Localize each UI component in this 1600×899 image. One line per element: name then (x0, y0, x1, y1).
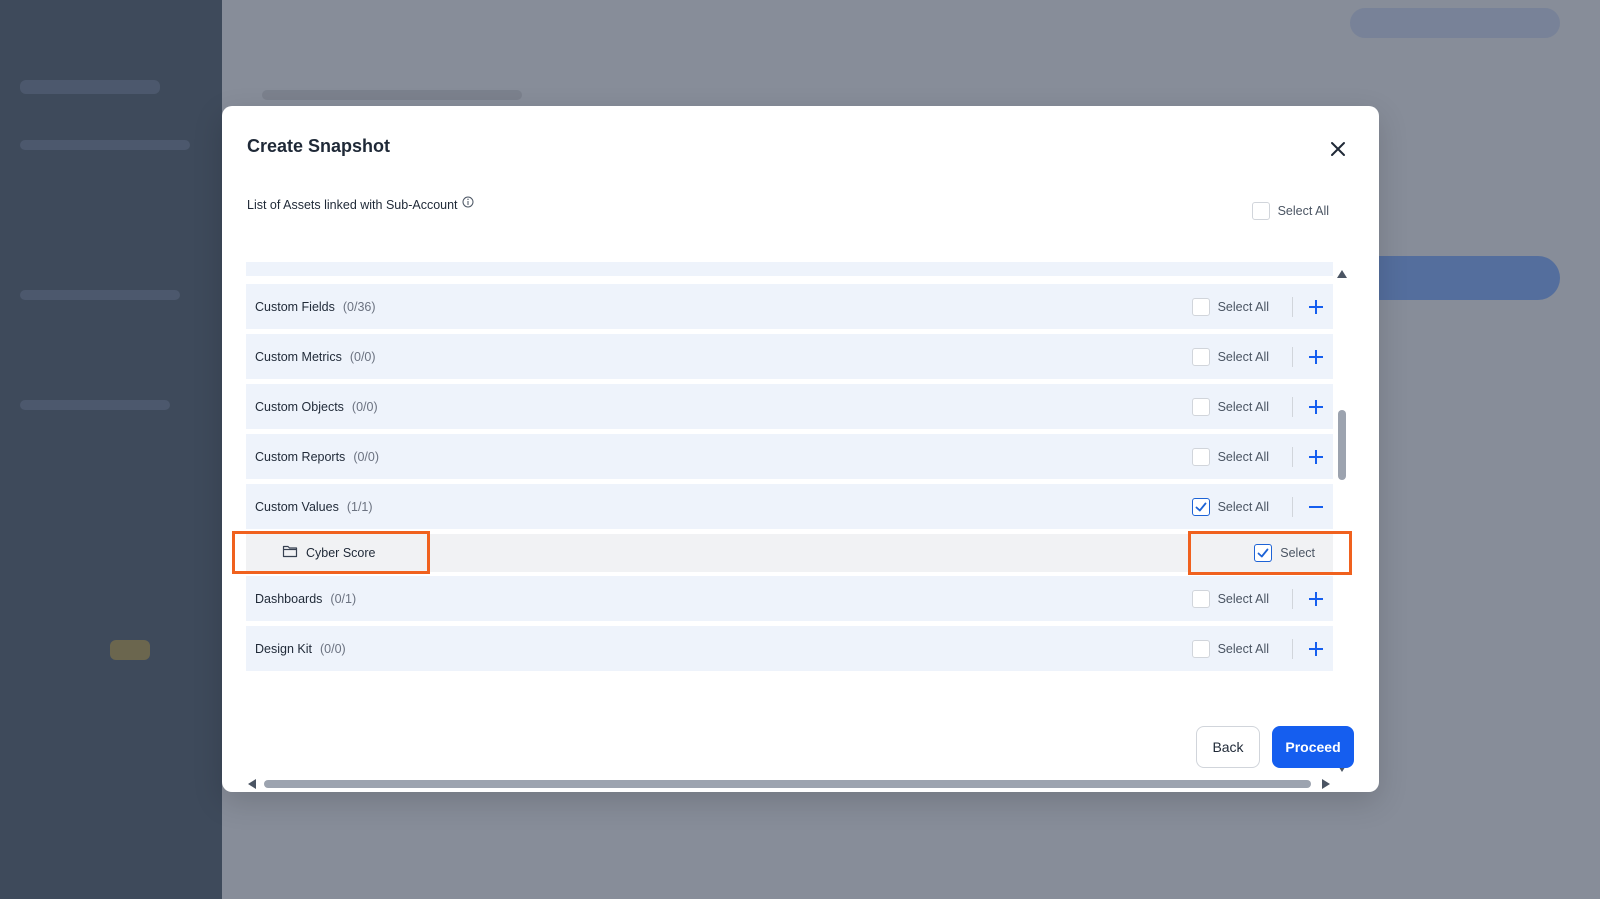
row-name: Custom Reports (255, 449, 346, 464)
proceed-button[interactable]: Proceed (1272, 726, 1354, 768)
row-select-label: Select All (1217, 641, 1269, 656)
list-item-custom-metrics[interactable]: Custom Metrics (0/0) Select All (246, 334, 1333, 379)
list-item-custom-objects[interactable]: Custom Objects (0/0) Select All (246, 384, 1333, 429)
list-item-custom-fields[interactable]: Custom Fields (0/36) Select All (246, 284, 1333, 329)
list-item-design-kit[interactable]: Design Kit (0/0) Select All (246, 626, 1333, 671)
assets-label-text: List of Assets linked with Sub-Account (247, 198, 458, 212)
divider (1292, 447, 1293, 467)
row-select-label: Select All (1217, 349, 1269, 364)
list-item-custom-reports[interactable]: Custom Reports (0/0) Select All (246, 434, 1333, 479)
back-button[interactable]: Back (1196, 726, 1260, 768)
divider (1292, 297, 1293, 317)
row-count: (0/36) (342, 299, 376, 314)
row-count: (0/0) (319, 641, 346, 656)
row-name: Design Kit (255, 641, 312, 656)
select-all-label: Select All (1277, 204, 1329, 218)
row-checkbox[interactable] (1191, 397, 1210, 416)
row-select-label: Select All (1217, 591, 1269, 606)
folder-icon (282, 544, 298, 561)
vertical-scroll-thumb[interactable] (1338, 410, 1346, 480)
row-select-label: Select All (1217, 399, 1269, 414)
divider (1292, 639, 1293, 659)
row-count: (0/0) (353, 449, 380, 464)
select-all-assets[interactable]: Select All (1251, 202, 1329, 220)
subitem-checkbox-checked[interactable] (1254, 544, 1273, 562)
plus-icon[interactable] (1307, 398, 1325, 416)
close-icon[interactable] (1327, 138, 1349, 160)
scroll-right-icon[interactable] (1322, 779, 1330, 789)
plus-icon[interactable] (1307, 298, 1325, 316)
plus-icon[interactable] (1307, 348, 1325, 366)
row-name: Custom Metrics (255, 349, 342, 364)
vertical-scrollbar[interactable] (1336, 264, 1348, 776)
subitem-select-label: Select (1280, 546, 1315, 560)
row-count: (1/1) (346, 499, 373, 514)
row-checkbox-checked[interactable] (1191, 497, 1210, 516)
divider (1292, 589, 1293, 609)
divider (1292, 347, 1293, 367)
scroll-left-icon[interactable] (248, 779, 256, 789)
modal-title: Create Snapshot (247, 136, 391, 156)
row-name: Custom Values (255, 499, 339, 514)
divider (1292, 397, 1293, 417)
plus-icon[interactable] (1307, 590, 1325, 608)
info-icon[interactable] (462, 196, 474, 208)
row-select-label: Select All (1217, 299, 1269, 314)
background-heading (262, 90, 522, 100)
assets-list[interactable]: Custom Fields (0/36) Select All Custom Me… (246, 262, 1333, 776)
row-select-label: Select All (1217, 449, 1269, 464)
row-name: Custom Fields (255, 299, 335, 314)
horizontal-scroll-thumb[interactable] (264, 780, 1311, 788)
create-snapshot-modal: Create Snapshot List of Assets linked wi… (222, 106, 1379, 792)
horizontal-scrollbar[interactable] (246, 778, 1336, 790)
row-name: Custom Objects (255, 399, 344, 414)
plus-icon[interactable] (1307, 640, 1325, 658)
divider (1292, 497, 1293, 517)
scroll-up-icon[interactable] (1337, 270, 1347, 278)
row-name: Dashboards (255, 591, 323, 606)
minus-icon[interactable] (1307, 498, 1325, 516)
row-checkbox[interactable] (1191, 297, 1210, 316)
select-all-checkbox[interactable] (1251, 202, 1270, 220)
row-checkbox[interactable] (1191, 639, 1210, 658)
row-checkbox[interactable] (1191, 447, 1210, 466)
list-subitem-cyber-score[interactable]: Cyber Score Select (246, 534, 1333, 572)
row-checkbox[interactable] (1191, 347, 1210, 366)
list-item-dashboards[interactable]: Dashboards (0/1) Select All (246, 576, 1333, 621)
row-select-label: Select All (1217, 499, 1269, 514)
row-count: (0/1) (330, 591, 357, 606)
row-count: (0/0) (349, 349, 376, 364)
subitem-name: Cyber Score (306, 545, 376, 560)
assets-label: List of Assets linked with Sub-Account (247, 196, 474, 212)
background-sidebar (0, 0, 222, 899)
plus-icon[interactable] (1307, 448, 1325, 466)
list-item-custom-values[interactable]: Custom Values (1/1) Select All (246, 484, 1333, 529)
background-avatars (1350, 8, 1560, 38)
row-count: (0/0) (351, 399, 378, 414)
list-item-partial (246, 262, 1333, 276)
row-checkbox[interactable] (1191, 589, 1210, 608)
